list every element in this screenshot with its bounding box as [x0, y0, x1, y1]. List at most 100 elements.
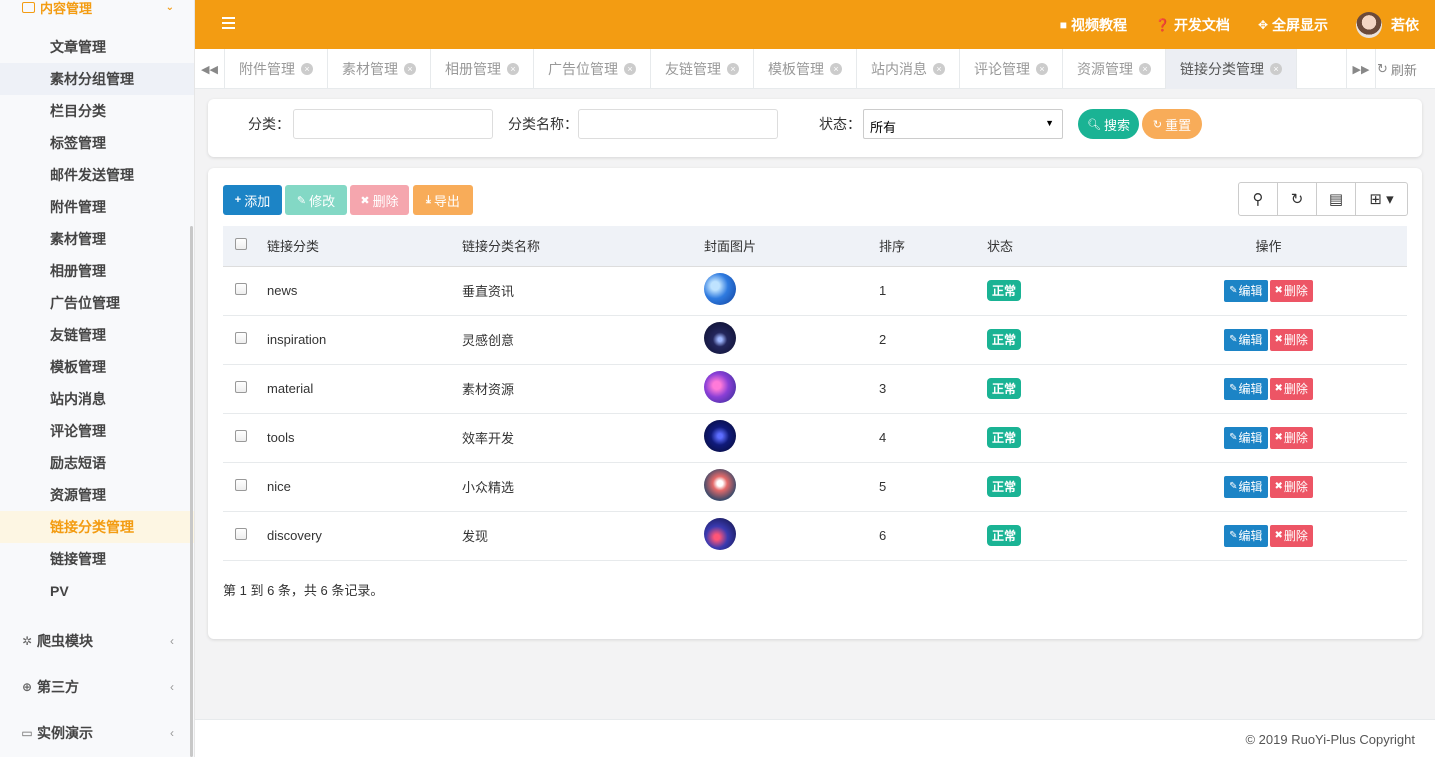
tab-ad[interactable]: 广告位管理 ×: [534, 49, 651, 89]
columns-icon[interactable]: ⊞ ▾: [1356, 183, 1407, 215]
cover-image[interactable]: [704, 322, 736, 354]
sidebar-item-resource[interactable]: 资源管理: [0, 479, 194, 511]
tab-album[interactable]: 相册管理 ×: [431, 49, 534, 89]
sidebar-item-message[interactable]: 站内消息: [0, 383, 194, 415]
sidebar-item-material-group[interactable]: 素材分组管理: [0, 63, 194, 95]
menu-toggle-icon[interactable]: [222, 17, 235, 32]
tab-template[interactable]: 模板管理 ×: [754, 49, 857, 89]
cover-image[interactable]: [704, 469, 736, 501]
row-checkbox[interactable]: [235, 332, 247, 344]
cover-image[interactable]: [704, 371, 736, 403]
close-icon[interactable]: ×: [624, 63, 636, 75]
col-header-name[interactable]: 链接分类名称: [462, 226, 704, 267]
user-name[interactable]: 若依: [1391, 15, 1419, 35]
data-table: 链接分类 链接分类名称 封面图片 排序 状态 操作 news 垂直资讯 1 正常…: [223, 226, 1407, 561]
close-icon[interactable]: ×: [727, 63, 739, 75]
row-delete-button[interactable]: ✖ 删除: [1269, 426, 1313, 449]
status-badge: 正常: [987, 427, 1022, 448]
close-icon[interactable]: ×: [301, 63, 313, 75]
row-edit-button[interactable]: ✎ 编辑: [1224, 328, 1268, 351]
close-icon[interactable]: ×: [933, 63, 945, 75]
tab-message[interactable]: 站内消息 ×: [857, 49, 960, 89]
sidebar-scrollbar[interactable]: [190, 226, 193, 757]
avatar[interactable]: [1356, 11, 1382, 38]
row-checkbox[interactable]: [235, 430, 247, 442]
category-input[interactable]: [293, 109, 493, 139]
tab-link-category[interactable]: 链接分类管理 ×: [1166, 49, 1297, 89]
row-checkbox[interactable]: [235, 283, 247, 295]
cover-image[interactable]: [704, 273, 736, 305]
col-header-category[interactable]: 链接分类: [267, 226, 462, 267]
edit-button[interactable]: ✎ 修改: [285, 185, 347, 215]
row-edit-button[interactable]: ✎ 编辑: [1224, 279, 1268, 302]
row-edit-button[interactable]: ✎ 编辑: [1224, 377, 1268, 400]
status-select[interactable]: 所有 ▼: [863, 109, 1063, 139]
sidebar-item-album[interactable]: 相册管理: [0, 255, 194, 287]
sidebar-group-content[interactable]: 内容管理 ⌄: [0, 0, 194, 16]
tab-resource[interactable]: 资源管理 ×: [1063, 49, 1166, 89]
tab-scroll-left-icon[interactable]: ◀◀: [195, 49, 225, 89]
sidebar-item-demo[interactable]: ▭ 实例演示 ‹: [0, 710, 194, 756]
close-icon[interactable]: ×: [1036, 63, 1048, 75]
row-delete-button[interactable]: ✖ 删除: [1269, 377, 1313, 400]
sidebar-item-material[interactable]: 素材管理: [0, 223, 194, 255]
col-header-sort[interactable]: 排序: [879, 226, 987, 267]
sidebar-item-article[interactable]: 文章管理: [0, 31, 194, 63]
table-header-row: 链接分类 链接分类名称 封面图片 排序 状态 操作: [223, 226, 1407, 267]
sidebar-item-ad[interactable]: 广告位管理: [0, 287, 194, 319]
search-button[interactable]: 🔍︎ 搜索: [1078, 109, 1139, 139]
dev-docs-link[interactable]: ❓ 开发文档: [1155, 15, 1230, 35]
sidebar-item-comment[interactable]: 评论管理: [0, 415, 194, 447]
video-tutorial-link[interactable]: ■ 视频教程: [1060, 15, 1127, 35]
row-edit-button[interactable]: ✎ 编辑: [1224, 524, 1268, 547]
tab-comment[interactable]: 评论管理 ×: [960, 49, 1063, 89]
sidebar-item-label: 第三方: [37, 679, 79, 695]
fullscreen-link[interactable]: ✥ 全屏显示: [1258, 15, 1328, 35]
sidebar-item-friendlink[interactable]: 友链管理: [0, 319, 194, 351]
sidebar-item-third-party[interactable]: ⊕ 第三方 ‹: [0, 664, 194, 710]
times-icon: ✖: [1274, 334, 1283, 345]
cover-image[interactable]: [704, 518, 736, 550]
name-input[interactable]: [578, 109, 778, 139]
cover-image[interactable]: [704, 420, 736, 452]
row-delete-button[interactable]: ✖ 删除: [1269, 279, 1313, 302]
search-toggle-icon[interactable]: ⚲: [1239, 183, 1278, 215]
tab-attachment[interactable]: 附件管理 ×: [225, 49, 328, 89]
sidebar-item-mail[interactable]: 邮件发送管理: [0, 159, 194, 191]
add-button[interactable]: + 添加: [223, 185, 282, 215]
close-icon[interactable]: ×: [507, 63, 519, 75]
sidebar-item-link-category[interactable]: 链接分类管理: [0, 511, 194, 543]
toggle-view-icon[interactable]: ▤: [1317, 183, 1356, 215]
sidebar-item-template[interactable]: 模板管理: [0, 351, 194, 383]
close-icon[interactable]: ×: [404, 63, 416, 75]
close-icon[interactable]: ×: [1139, 63, 1151, 75]
close-icon[interactable]: ×: [830, 63, 842, 75]
export-button[interactable]: ⤓ 导出: [413, 185, 473, 215]
tab-friendlink[interactable]: 友链管理 ×: [651, 49, 754, 89]
refresh-icon[interactable]: ↻: [1278, 183, 1317, 215]
row-edit-label: 编辑: [1238, 480, 1263, 494]
row-edit-label: 编辑: [1238, 284, 1263, 298]
row-edit-button[interactable]: ✎ 编辑: [1224, 475, 1268, 498]
row-checkbox[interactable]: [235, 479, 247, 491]
sidebar-item-pv[interactable]: PV: [0, 575, 194, 607]
row-checkbox[interactable]: [235, 528, 247, 540]
sidebar-item-tag[interactable]: 标签管理: [0, 127, 194, 159]
sidebar-item-crawler[interactable]: ✲ 爬虫模块 ‹: [0, 618, 194, 664]
row-checkbox[interactable]: [235, 381, 247, 393]
select-all-checkbox[interactable]: [235, 238, 247, 251]
sidebar-item-attachment[interactable]: 附件管理: [0, 191, 194, 223]
sidebar-item-quote[interactable]: 励志短语: [0, 447, 194, 479]
row-edit-button[interactable]: ✎ 编辑: [1224, 426, 1268, 449]
close-icon[interactable]: ×: [1270, 63, 1282, 75]
row-delete-button[interactable]: ✖ 删除: [1269, 524, 1313, 547]
delete-button[interactable]: ✖ 删除: [350, 185, 409, 215]
row-delete-button[interactable]: ✖ 删除: [1269, 328, 1313, 351]
sidebar-item-link[interactable]: 链接管理: [0, 543, 194, 575]
tab-material[interactable]: 素材管理 ×: [328, 49, 431, 89]
sidebar-item-column[interactable]: 栏目分类: [0, 95, 194, 127]
reset-button[interactable]: ↻ 重置: [1142, 109, 1202, 139]
row-delete-button[interactable]: ✖ 删除: [1269, 475, 1313, 498]
refresh-button[interactable]: ↻ 刷新: [1377, 49, 1417, 89]
tab-scroll-right-icon[interactable]: ▶▶: [1346, 49, 1376, 89]
